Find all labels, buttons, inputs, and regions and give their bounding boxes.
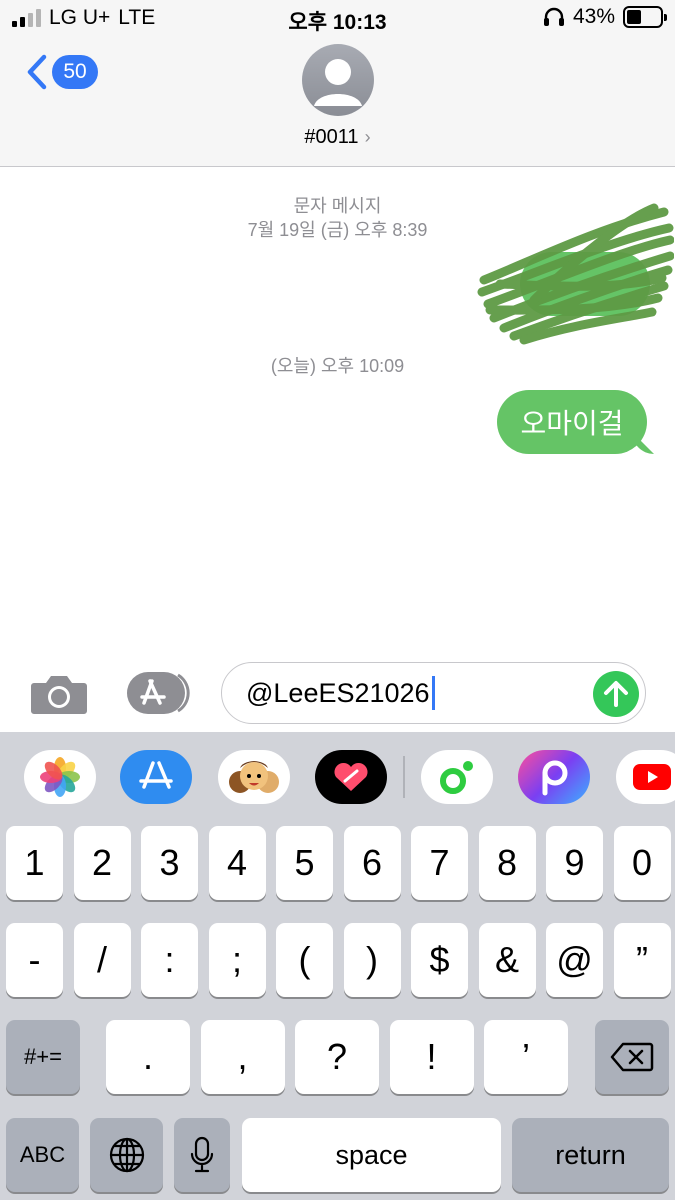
space-key[interactable]: space [242, 1118, 501, 1192]
contact-avatar[interactable] [302, 44, 374, 116]
symbol-key[interactable]: - [6, 923, 63, 997]
contact-name-button[interactable]: #0011 › [0, 126, 675, 149]
person-icon [314, 59, 362, 106]
message-input-text: @LeeES21026 [246, 677, 430, 708]
keyboard: 1234567890 - /:;() $ & @” #+= .,?!’ ABC spac… [0, 822, 675, 1200]
number-key[interactable]: 3 [141, 826, 198, 900]
dictation-key[interactable] [174, 1118, 230, 1192]
punctuation-key[interactable]: ! [389, 1020, 474, 1094]
send-button[interactable] [593, 671, 639, 717]
music-app-icon [440, 761, 473, 794]
app-store-icon [139, 761, 173, 789]
timestamp-2: (오늘) 오후 10:09 [270, 356, 405, 376]
punctuation-key[interactable]: , [200, 1020, 285, 1094]
battery-icon [623, 6, 667, 28]
return-key[interactable]: return [512, 1118, 669, 1192]
music-app-button[interactable] [421, 750, 493, 804]
redaction-scribble [477, 203, 674, 345]
punctuation-key[interactable]: ’ [484, 1020, 568, 1094]
app-drawer [0, 732, 675, 822]
back-button[interactable]: 50 [26, 54, 98, 90]
symbol-key[interactable]: ” [613, 923, 671, 997]
memoji-app-button[interactable] [218, 750, 290, 804]
chevron-left-icon [27, 54, 47, 90]
conversation-header: 50 #0011 › [0, 36, 675, 167]
number-key[interactable]: 2 [73, 826, 131, 900]
text-caret [431, 676, 435, 710]
number-key[interactable]: 6 [343, 826, 401, 900]
number-key[interactable]: 0 [613, 826, 671, 900]
youtube-app-button[interactable] [616, 750, 675, 804]
abc-key[interactable]: ABC [6, 1118, 79, 1192]
number-key[interactable]: 9 [546, 826, 603, 900]
microphone-icon [190, 1136, 214, 1173]
punctuation-key[interactable]: ? [295, 1020, 379, 1094]
symbol-key[interactable]: ( [276, 923, 333, 997]
youtube-icon [633, 764, 671, 790]
app-store-icon [127, 672, 190, 714]
digital-touch-icon [334, 762, 368, 791]
globe-icon [109, 1137, 144, 1173]
delete-key[interactable] [595, 1020, 669, 1094]
camera-icon [31, 676, 87, 714]
digital-touch-app-button[interactable] [315, 750, 387, 804]
status-right: 43% [543, 5, 667, 29]
punctuation-key[interactable]: . [106, 1020, 190, 1094]
status-bar: LG U+ LTE 오후 10:13 43% [0, 0, 675, 36]
symbol-key[interactable]: & [478, 923, 536, 997]
battery-percent: 43% [572, 5, 615, 28]
number-key[interactable]: 4 [208, 826, 266, 900]
symbol-key[interactable]: $ [411, 923, 468, 997]
message-input[interactable]: @LeeES21026 [221, 662, 646, 724]
number-key[interactable]: 7 [411, 826, 468, 900]
picsart-app-button[interactable] [518, 750, 590, 804]
message-list[interactable]: 문자 메시지 7월 19일 (금) 오후 8:39 (오늘) 오후 10:09 … [0, 168, 675, 658]
globe-key[interactable] [90, 1118, 163, 1192]
drawer-divider [403, 756, 405, 798]
chevron-right-icon: › [364, 127, 371, 147]
memoji-icon [229, 761, 279, 793]
message-bubble[interactable]: 오마이걸 [497, 390, 647, 454]
photos-icon [40, 757, 80, 797]
delete-backward-icon [610, 1042, 654, 1072]
app-store-app-button[interactable] [120, 750, 192, 804]
more-symbols-key[interactable]: #+= [6, 1020, 80, 1094]
symbol-key[interactable]: ) [343, 923, 401, 997]
app-store-button[interactable] [126, 671, 190, 715]
headphones-icon [543, 7, 564, 26]
contact-name: #0011 [304, 126, 359, 148]
symbol-key[interactable]: : [141, 923, 198, 997]
symbol-key[interactable]: @ [546, 923, 603, 997]
number-key[interactable]: 1 [6, 826, 63, 900]
symbol-key[interactable]: ; [208, 923, 266, 997]
arrow-up-icon [604, 681, 628, 707]
unread-count-badge[interactable]: 50 [52, 55, 98, 89]
camera-button[interactable] [30, 673, 88, 715]
photos-app-button[interactable] [24, 750, 96, 804]
compose-bar: @LeeES21026 [0, 658, 675, 732]
number-key[interactable]: 5 [276, 826, 333, 900]
message-text: 오마이걸 [520, 408, 624, 439]
picsart-icon [542, 760, 568, 796]
number-key[interactable]: 8 [478, 826, 536, 900]
symbol-key[interactable]: / [73, 923, 131, 997]
